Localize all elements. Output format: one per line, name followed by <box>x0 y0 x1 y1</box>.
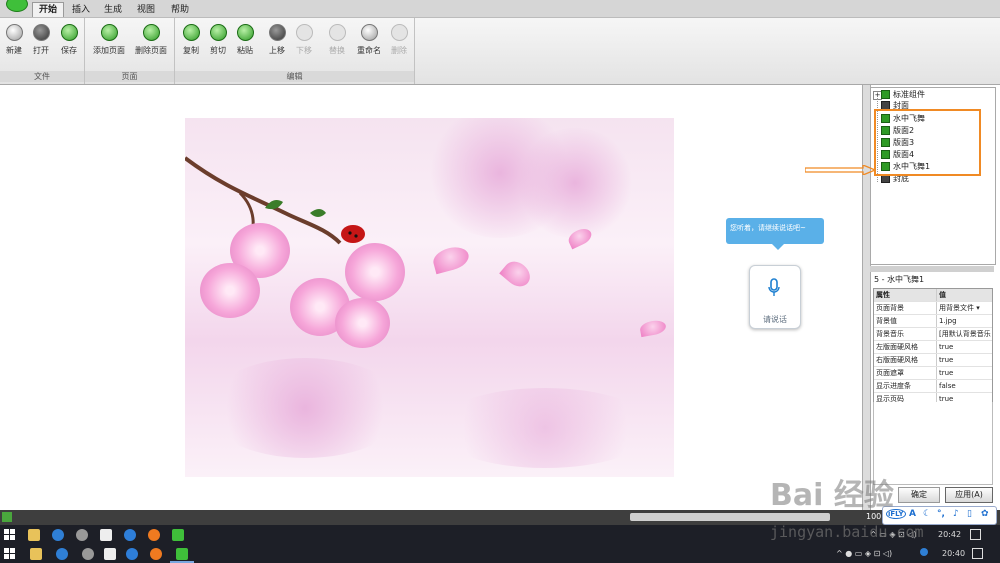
move-up-icon <box>268 24 286 41</box>
confirm-button[interactable]: 确定 <box>898 487 940 503</box>
edge-icon[interactable] <box>56 548 68 560</box>
replace-button[interactable]: 替换 <box>326 24 348 56</box>
save-button[interactable]: 保存 <box>58 24 80 56</box>
flipbook-app-icon[interactable] <box>176 548 188 560</box>
file-explorer-icon[interactable] <box>30 548 42 560</box>
watermark-url: jingyan.baidu.com <box>770 523 924 541</box>
voice-input-label: 请说话 <box>763 315 787 324</box>
delete-page-icon <box>142 24 160 41</box>
settings-icon[interactable]: ✿ <box>981 509 989 519</box>
microphone-icon <box>768 278 780 296</box>
property-row[interactable]: 显示进度条 false <box>874 380 992 393</box>
copy-icon <box>182 24 200 41</box>
horizontal-scrollbar[interactable] <box>630 513 830 521</box>
voice-tip-bubble: 您听着，请继续说话吧~ <box>726 218 824 250</box>
edge-icon[interactable] <box>52 529 64 541</box>
water-reflection <box>435 388 655 468</box>
property-splitter[interactable] <box>870 266 994 272</box>
cut-button[interactable]: 剪切 <box>207 24 229 56</box>
rename-icon <box>360 24 378 41</box>
media-player-icon[interactable] <box>124 529 136 541</box>
property-row[interactable]: 页面背景 用背景文件 ▾ <box>874 302 992 315</box>
clapper-icon[interactable] <box>100 529 112 541</box>
property-row[interactable]: 背景音乐 [用默认背景音乐 <box>874 328 992 341</box>
cherry-blossom <box>200 263 260 318</box>
clipboard-icon[interactable]: ▯ <box>967 509 972 519</box>
dropdown-arrow-icon[interactable]: ▾ <box>976 304 980 312</box>
tab-home[interactable]: 开始 <box>32 2 65 17</box>
edit-group: 复制 剪切 粘贴 上移 下移 替换 重命名 删除 编辑 <box>175 18 415 84</box>
edit-group-label: 编辑 <box>175 71 414 82</box>
tab-view[interactable]: 视图 <box>131 3 161 17</box>
tab-insert[interactable]: 插入 <box>66 3 96 17</box>
property-row[interactable]: 背景值 1.jpg <box>874 315 992 328</box>
property-row[interactable]: 页面遮罩 true <box>874 367 992 380</box>
browser-icon[interactable] <box>150 548 162 560</box>
add-page-icon <box>100 24 118 41</box>
copy-button[interactable]: 复制 <box>180 24 202 56</box>
mic-icon[interactable]: ♪ <box>953 509 959 519</box>
delete-button[interactable]: 删除 <box>388 24 410 56</box>
clock-time[interactable]: 20:42 <box>938 530 961 539</box>
ime-mode-icon[interactable]: A <box>909 509 916 519</box>
ime-tray-icon[interactable] <box>920 548 928 556</box>
page-background-select[interactable]: 用背景文件 ▾ <box>937 302 992 314</box>
page-group-label: 页面 <box>85 71 174 82</box>
tray-icons[interactable]: ^ ● ▭ ◈ ⊡ ◁) <box>836 549 892 558</box>
new-button[interactable]: 新建 <box>4 24 24 56</box>
app-icon[interactable] <box>76 529 88 541</box>
notification-icon[interactable] <box>972 548 983 559</box>
page-group: 添加页面 删除页面 页面 <box>85 18 175 84</box>
clapper-icon[interactable] <box>104 548 116 560</box>
punctuation-icon[interactable]: °, <box>937 509 945 519</box>
moon-icon[interactable]: ☾ <box>923 509 931 519</box>
open-icon <box>32 24 50 41</box>
save-icon <box>60 24 78 41</box>
arrow-annotation <box>805 165 875 175</box>
file-explorer-icon[interactable] <box>28 529 40 541</box>
paste-button[interactable]: 粘贴 <box>234 24 256 56</box>
property-grid[interactable]: 属性 值 页面背景 用背景文件 ▾ 背景值 1.jpg 背景音乐 [用默认背景音… <box>873 288 993 407</box>
taskbar-bottom: ^ ● ▭ ◈ ⊡ ◁) 20:40 <box>0 544 1000 563</box>
open-button[interactable]: 打开 <box>30 24 52 56</box>
property-row[interactable]: 右版面硬风格 true <box>874 354 992 367</box>
windows-start-icon[interactable] <box>4 529 15 540</box>
file-group: 新建 打开 保存 文件 <box>0 18 85 84</box>
cherry-blossom <box>335 298 390 348</box>
windows-start-icon[interactable] <box>4 548 15 559</box>
apply-button[interactable]: 应用(A) <box>945 487 993 503</box>
voice-input-button[interactable]: 请说话 <box>749 265 801 329</box>
property-header-row: 属性 值 <box>874 289 992 302</box>
notification-icon[interactable] <box>970 529 981 540</box>
status-icon <box>2 512 12 522</box>
clock-time[interactable]: 20:40 <box>942 549 965 558</box>
move-up-button[interactable]: 上移 <box>266 24 288 56</box>
property-row[interactable]: 左版面硬风格 true <box>874 341 992 354</box>
water-reflection <box>205 358 405 458</box>
file-group-label: 文件 <box>0 71 84 82</box>
tree-item-components[interactable]: 标准组件 <box>881 89 925 100</box>
cut-icon <box>209 24 227 41</box>
browser-icon[interactable] <box>148 529 160 541</box>
rename-button[interactable]: 重命名 <box>355 24 383 56</box>
move-down-button[interactable]: 下移 <box>293 24 315 56</box>
tab-help[interactable]: 帮助 <box>165 3 195 17</box>
new-icon <box>5 24 23 41</box>
property-title: 5 - 水中飞舞1 <box>874 275 925 284</box>
page-preview-image[interactable] <box>185 118 674 477</box>
baidu-watermark: Bai 经验 <box>770 478 894 513</box>
move-down-icon <box>295 24 313 41</box>
add-page-button[interactable]: 添加页面 <box>91 24 127 56</box>
component-icon <box>881 90 890 99</box>
media-player-icon[interactable] <box>126 548 138 560</box>
delete-icon <box>390 24 408 41</box>
delete-page-button[interactable]: 删除页面 <box>133 24 169 56</box>
highlight-box <box>874 109 981 176</box>
replace-icon <box>328 24 346 41</box>
flipbook-app-icon[interactable] <box>172 529 184 541</box>
cherry-blossom <box>345 243 405 301</box>
paste-icon <box>236 24 254 41</box>
tab-generate[interactable]: 生成 <box>98 3 128 17</box>
app-icon[interactable] <box>82 548 94 560</box>
